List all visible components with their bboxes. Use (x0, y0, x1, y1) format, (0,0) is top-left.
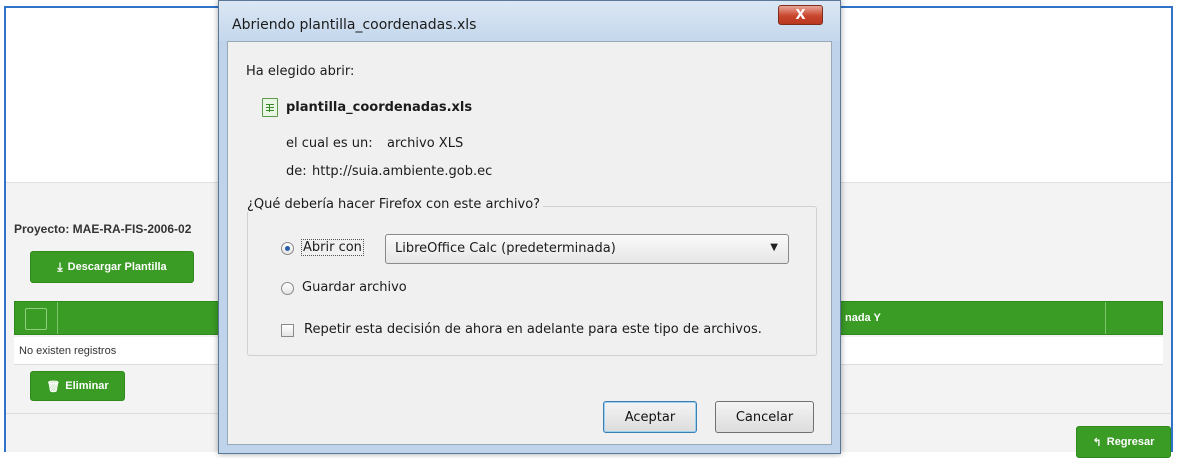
remember-checkbox[interactable] (281, 324, 294, 337)
trash-icon: 🗑 (46, 380, 61, 393)
chosen-label: Ha elegido abrir: (246, 64, 355, 79)
open-with-label[interactable]: Abrir con (301, 239, 364, 256)
file-type-value: archivo XLS (387, 136, 464, 151)
back-button[interactable]: ↰ Regresar (1076, 426, 1171, 458)
dialog-title: Abriendo plantilla_coordenadas.xls (232, 17, 477, 33)
project-title: Proyecto: MAE-RA-FIS-2006-02 (14, 222, 192, 236)
dialog-body: Ha elegido abrir: plantilla_coordenadas.… (227, 41, 832, 445)
open-file-dialog: Abriendo plantilla_coordenadas.xls X Ha … (218, 0, 841, 454)
accept-label: Aceptar (624, 409, 676, 425)
remember-label[interactable]: Repetir esta decisión de ahora en adelan… (304, 322, 762, 337)
file-type-label: el cual es un: (286, 136, 373, 151)
download-template-button[interactable]: ⤓ Descargar Plantilla (30, 251, 194, 283)
return-icon: ↰ (1092, 436, 1102, 449)
close-icon: X (795, 7, 806, 23)
file-name: plantilla_coordenadas.xls (286, 100, 473, 115)
application-select-value: LibreOffice Calc (predeterminada) (395, 241, 616, 256)
back-label: Regresar (1106, 436, 1155, 448)
cancel-button[interactable]: Cancelar (715, 401, 814, 433)
action-question: ¿Qué debería hacer Firefox con este arch… (244, 197, 544, 212)
column-divider (1105, 302, 1106, 334)
column-divider (57, 302, 58, 334)
spreadsheet-file-icon (262, 98, 278, 117)
column-header-coordinate-y: nada Y (845, 312, 881, 324)
save-file-label[interactable]: Guardar archivo (302, 280, 407, 295)
delete-label: Eliminar (65, 380, 109, 392)
save-file-radio[interactable] (281, 282, 294, 295)
cancel-label: Cancelar (735, 409, 794, 425)
chevron-down-icon: ▼ (770, 242, 778, 253)
accept-button[interactable]: Aceptar (603, 401, 697, 433)
application-select[interactable]: LibreOffice Calc (predeterminada) ▼ (385, 234, 789, 264)
dialog-titlebar[interactable]: Abriendo plantilla_coordenadas.xls X (219, 1, 840, 41)
download-template-label: Descargar Plantilla (67, 261, 167, 273)
source-label: de: (286, 164, 307, 179)
open-with-radio[interactable] (281, 242, 294, 255)
delete-button[interactable]: 🗑 Eliminar (30, 371, 125, 401)
download-icon: ⤓ (57, 259, 63, 274)
select-all-checkbox[interactable] (25, 308, 47, 330)
source-url: http://suia.ambiente.gob.ec (312, 164, 493, 179)
close-button[interactable]: X (778, 5, 823, 25)
